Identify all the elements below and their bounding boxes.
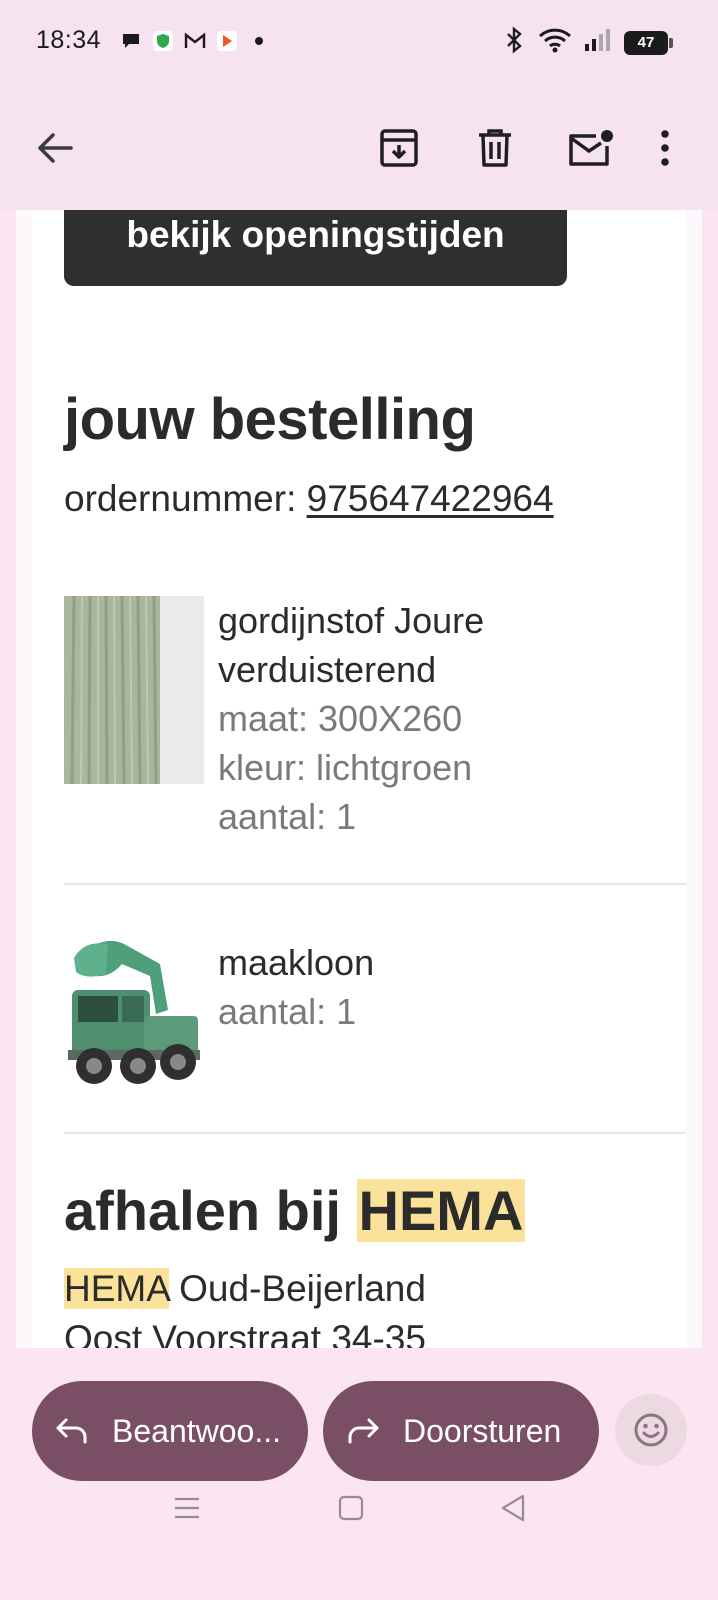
gmail-icon — [184, 30, 206, 52]
forward-label: Doorsturen — [403, 1412, 562, 1449]
product-item: gordijnstof Joure verduisterend maat: 30… — [64, 595, 686, 837]
product-details: gordijnstof Joure verduisterend maat: 30… — [218, 596, 484, 841]
arrow-left-icon — [38, 133, 73, 163]
pickup-heading-text: afhalen bij — [64, 1179, 341, 1242]
order-number-line: ordernummer: 975647422964 — [64, 478, 554, 520]
mail-unread-icon — [569, 130, 613, 166]
curtain-image — [64, 595, 204, 789]
status-bar: 18:34 47 — [0, 0, 718, 84]
nav-home-button[interactable] — [336, 1493, 366, 1523]
email-body-container[interactable]: bekijk openingstijden jouw bestelling or… — [16, 210, 702, 1348]
product-name: gordijnstof Joure — [218, 600, 485, 641]
email-body: bekijk openingstijden jouw bestelling or… — [32, 210, 686, 1348]
product-color: kleur: lichtgroen — [218, 747, 473, 788]
product-name-line2: verduisterend — [218, 649, 437, 690]
status-time: 18:34 — [36, 26, 102, 54]
product-details: maakloon aantal: 1 — [218, 938, 374, 1036]
forward-button[interactable]: Doorsturen — [323, 1381, 599, 1481]
emoji-reaction-button[interactable] — [615, 1394, 687, 1466]
forward-icon — [348, 1418, 379, 1444]
home-icon — [338, 1495, 364, 1521]
order-heading: jouw bestelling — [64, 387, 476, 452]
store-street: Oost Voorstraat 34-35 — [64, 1318, 426, 1348]
nav-back-button[interactable] — [498, 1493, 528, 1523]
system-icons: 47 — [502, 26, 673, 59]
battery-icon: 47 — [624, 30, 673, 55]
divider — [64, 1132, 686, 1134]
search-highlight: HEMA — [356, 1179, 526, 1242]
product-size: maat: 300X260 — [218, 698, 463, 739]
play-icon — [216, 30, 238, 52]
archive-icon — [380, 129, 418, 167]
wifi-icon — [538, 27, 572, 58]
shield-icon — [152, 30, 174, 52]
notification-icons — [120, 30, 270, 52]
reply-button[interactable]: Beantwoo... — [32, 1381, 308, 1481]
product-quantity: aantal: 1 — [218, 991, 357, 1032]
reply-icon — [56, 1418, 87, 1444]
trash-icon — [479, 129, 511, 167]
menu-icon — [175, 1497, 199, 1519]
store-name: Oud-Beijerland — [179, 1268, 426, 1309]
more-vertical-icon — [661, 130, 669, 166]
emoji-icon — [634, 1413, 668, 1447]
store-name-line: HEMA Oud-Beijerland — [64, 1268, 426, 1310]
email-toolbar — [0, 84, 718, 210]
back-button[interactable] — [27, 120, 83, 176]
signal-icon — [584, 28, 612, 57]
search-highlight: HEMA — [64, 1268, 169, 1309]
opening-hours-button[interactable]: bekijk openingstijden — [64, 210, 567, 286]
order-number-label: ordernummer: — [64, 478, 297, 519]
dot-icon — [248, 30, 270, 52]
product-quantity: aantal: 1 — [218, 796, 357, 837]
nav-menu-button[interactable] — [172, 1493, 202, 1523]
archive-button[interactable] — [371, 120, 427, 176]
order-number-link[interactable]: 975647422964 — [307, 478, 554, 519]
more-button[interactable] — [645, 120, 685, 176]
pickup-heading: afhalen bij HEMA — [64, 1178, 526, 1243]
toy-truck-image — [64, 934, 204, 1099]
action-bar: Beantwoo... Doorsturen — [0, 1348, 718, 1600]
chat-icon — [120, 30, 142, 52]
product-name: maakloon — [218, 942, 375, 983]
reply-label: Beantwoo... — [112, 1412, 281, 1449]
back-triangle-icon — [501, 1494, 525, 1522]
divider — [64, 883, 686, 885]
delete-button[interactable] — [467, 120, 523, 176]
product-item: maakloon aantal: 1 — [64, 934, 686, 1094]
mark-unread-button[interactable] — [562, 120, 618, 176]
bluetooth-icon — [502, 26, 526, 59]
